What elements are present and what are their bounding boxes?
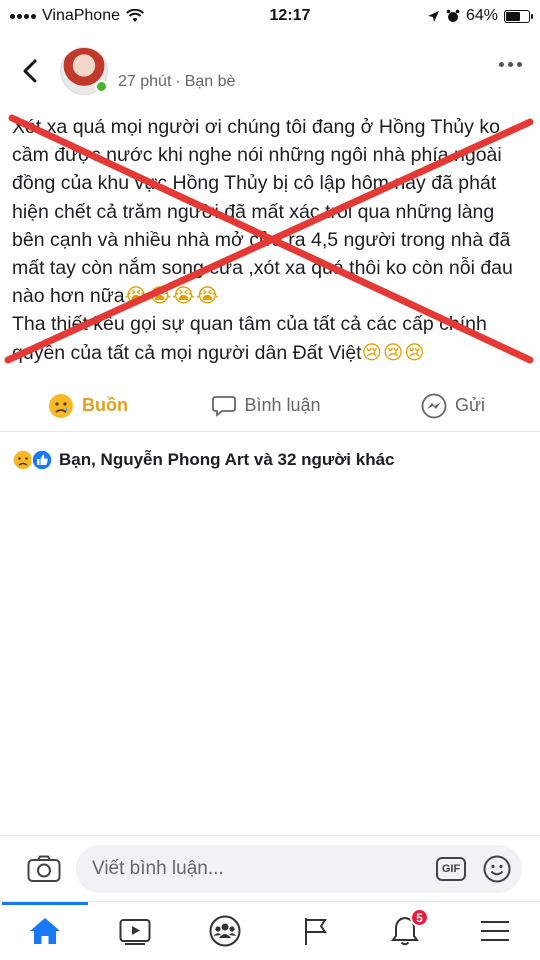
comment-label: Bình luận bbox=[244, 395, 321, 415]
post-meta: 27 phút · Bạn bè bbox=[118, 73, 235, 91]
status-left: VinaPhone bbox=[10, 7, 210, 25]
status-bar: VinaPhone 12:17 64% bbox=[0, 0, 540, 32]
comment-bar: GIF bbox=[0, 835, 540, 901]
home-icon bbox=[30, 918, 60, 944]
alarm-icon bbox=[446, 9, 460, 22]
tab-menu[interactable] bbox=[450, 902, 540, 960]
more-options-icon[interactable] bbox=[499, 62, 522, 67]
battery-percent: 64% bbox=[465, 7, 498, 24]
post-paragraph-2: Tha thiết kêu gọi sự quan tâm của tất cả… bbox=[12, 310, 532, 366]
comment-input[interactable] bbox=[92, 857, 436, 880]
chevron-left-icon bbox=[23, 59, 37, 83]
status-time: 12:17 bbox=[269, 7, 311, 24]
like-reaction-icon bbox=[31, 449, 53, 471]
carrier-name: VinaPhone bbox=[42, 7, 120, 24]
battery-icon bbox=[504, 9, 533, 23]
video-play-icon bbox=[119, 919, 151, 945]
post-header: 27 phút · Bạn bè bbox=[0, 36, 540, 106]
emoji-button[interactable] bbox=[482, 854, 512, 884]
online-status-dot bbox=[95, 80, 108, 93]
reactions-summary-text: Bạn, Nguyễn Phong Art và 32 người khác bbox=[59, 450, 395, 469]
post-paragraph-1: Xót xa quá mọi người ơi chúng tôi đang ở… bbox=[12, 113, 532, 310]
groups-icon bbox=[209, 915, 241, 947]
tab-home[interactable] bbox=[0, 902, 90, 960]
messenger-icon bbox=[421, 393, 447, 418]
gif-button[interactable]: GIF bbox=[436, 856, 466, 881]
back-button[interactable] bbox=[0, 41, 60, 101]
post-text: Xót xa quá mọi người ơi chúng tôi đang ở… bbox=[12, 113, 532, 367]
reaction-icons bbox=[12, 449, 53, 471]
meta-separator: · bbox=[175, 73, 181, 90]
comment-icon bbox=[212, 395, 237, 417]
post-paragraph-1-text: Xót xa quá mọi người ơi chúng tôi đang ở… bbox=[12, 116, 513, 308]
notification-badge: 5 bbox=[410, 908, 429, 927]
battery-level bbox=[506, 11, 521, 21]
bottom-tab-bar: 5 bbox=[0, 901, 540, 960]
tab-watch[interactable] bbox=[90, 902, 180, 960]
status-right: 64% bbox=[400, 7, 533, 25]
sad-emoji-run: 😢😢😢 bbox=[361, 341, 426, 364]
camera-button[interactable] bbox=[24, 849, 64, 889]
author-avatar[interactable] bbox=[60, 47, 108, 95]
tab-pages[interactable] bbox=[270, 902, 360, 960]
comment-input-container: GIF bbox=[76, 844, 522, 893]
post-action-bar: Buồn Bình luận Gửi bbox=[0, 380, 540, 432]
location-arrow-icon bbox=[427, 10, 439, 22]
camera-icon bbox=[27, 855, 61, 882]
sad-face-icon bbox=[49, 393, 73, 418]
post-time[interactable]: 27 phút bbox=[118, 73, 171, 91]
wifi-icon bbox=[126, 9, 144, 22]
signal-icon bbox=[10, 13, 36, 19]
reactions-summary[interactable]: Bạn, Nguyễn Phong Art và 32 người khác bbox=[12, 445, 395, 475]
send-label: Gửi bbox=[454, 395, 486, 415]
sad-reaction-button[interactable]: Buồn bbox=[0, 393, 194, 419]
post-audience: Bạn bè bbox=[184, 73, 236, 90]
tab-notifications[interactable]: 5 bbox=[360, 902, 450, 960]
sad-label: Buồn bbox=[82, 395, 128, 415]
menu-icon bbox=[481, 921, 509, 941]
tab-groups[interactable] bbox=[180, 902, 270, 960]
smiley-icon bbox=[483, 855, 511, 882]
flag-icon bbox=[305, 918, 327, 945]
crying-emoji-run: 😭😭😭😭 bbox=[124, 285, 220, 308]
send-button[interactable]: Gửi bbox=[339, 393, 540, 419]
comment-button[interactable]: Bình luận bbox=[194, 395, 340, 417]
